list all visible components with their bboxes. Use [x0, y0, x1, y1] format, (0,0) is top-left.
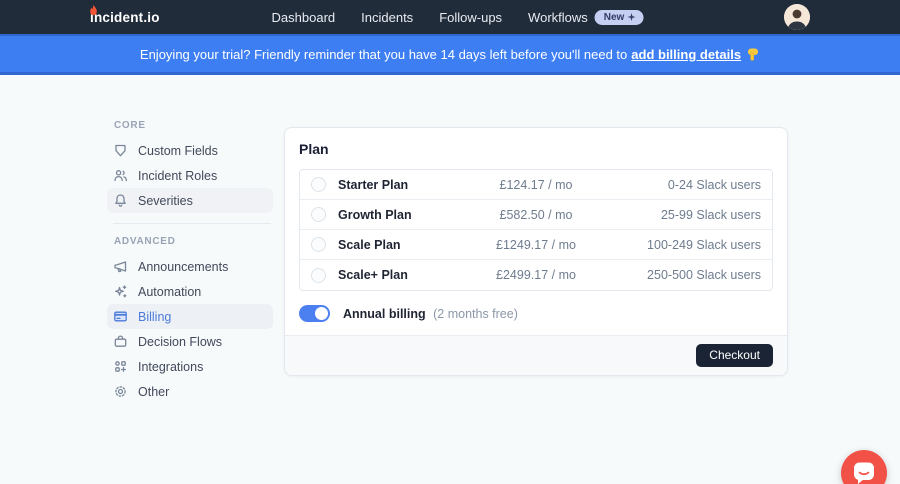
plan-user-range: 25-99 Slack users [660, 207, 761, 222]
plan-user-range: 250-500 Slack users [647, 268, 761, 282]
plan-name: Scale Plan [338, 237, 401, 252]
radio-button[interactable] [311, 207, 326, 222]
gear-icon [113, 384, 128, 399]
grid-plus-icon [113, 359, 128, 374]
plan-list: Starter Plan £124.17 / mo 0-24 Slack use… [299, 169, 773, 291]
nav-menu: Dashboard Incidents Follow-ups Workflows… [272, 0, 644, 34]
sidebar-item-label: Integrations [138, 359, 204, 374]
sidebar-item-label: Billing [138, 309, 172, 324]
new-badge: New [594, 9, 644, 25]
page-title: Plan [299, 141, 329, 157]
sidebar-item-incident-roles[interactable]: Incident Roles [107, 163, 273, 188]
sparkle-icon [627, 13, 636, 21]
chat-launcher-button[interactable] [841, 450, 887, 484]
nav-item-follow-ups[interactable]: Follow-ups [439, 10, 502, 25]
card-footer: Checkout [285, 335, 787, 375]
trial-banner-text: Enjoying your trial? Friendly reminder t… [139, 46, 628, 62]
avatar-photo [784, 4, 810, 30]
sidebar-item-decision-flows[interactable]: Decision Flows [107, 329, 273, 354]
annual-billing-note: (2 months free) [429, 306, 518, 321]
sidebar-item-label: Custom Fields [138, 143, 218, 158]
plan-price: £124.17 / mo [499, 177, 573, 192]
sidebar-item-label: Incident Roles [138, 168, 218, 183]
radio-button[interactable] [311, 177, 326, 192]
annual-billing-row: Annual billing (2 months free) [299, 305, 773, 322]
nav-item-incidents[interactable]: Incidents [361, 10, 413, 25]
plan-row-scale-plus[interactable]: Scale+ Plan £2499.17 / mo 250-500 Slack … [300, 260, 772, 290]
logo-text: incident.io [90, 9, 160, 25]
megaphone-icon [113, 259, 128, 274]
sidebar-item-other[interactable]: Other [107, 379, 273, 404]
tag-icon [113, 143, 128, 158]
section-label-advanced: Advanced [114, 236, 176, 247]
sidebar-item-severities[interactable]: Severities [107, 188, 273, 213]
nav-item-workflows[interactable]: Workflows New [528, 9, 644, 25]
sidebar-item-label: Automation [138, 284, 202, 299]
radio-button[interactable] [311, 237, 326, 252]
sidebar-item-billing[interactable]: Billing [107, 304, 273, 329]
sidebar-item-label: Other [138, 384, 170, 399]
chat-bubble-icon [854, 462, 874, 484]
briefcase-icon [113, 334, 128, 349]
sidebar-item-integrations[interactable]: Integrations [107, 354, 273, 379]
sidebar-item-automation[interactable]: Automation [107, 279, 273, 304]
plan-row-starter[interactable]: Starter Plan £124.17 / mo 0-24 Slack use… [300, 170, 772, 200]
annual-billing-toggle[interactable] [299, 305, 330, 322]
credit-card-icon [113, 309, 128, 324]
bell-icon [113, 193, 128, 208]
trial-banner: Enjoying your trial? Friendly reminder t… [0, 34, 900, 75]
add-billing-details-link[interactable]: add billing details [631, 47, 741, 62]
plan-price: £1249.17 / mo [496, 237, 576, 252]
user-avatar[interactable] [784, 4, 810, 30]
plan-price: £2499.17 / mo [496, 268, 576, 282]
plan-name: Starter Plan [338, 177, 409, 192]
plan-row-scale[interactable]: Scale Plan £1249.17 / mo 100-249 Slack u… [300, 230, 772, 260]
pointing-down-emoji [746, 47, 760, 61]
sidebar-item-announcements[interactable]: Announcements [107, 254, 273, 279]
plan-price: £582.50 / mo [499, 207, 573, 222]
section-label-core: Core [114, 120, 146, 131]
radio-button[interactable] [311, 267, 326, 283]
plan-name: Growth Plan [338, 207, 412, 222]
checkout-button[interactable]: Checkout [696, 344, 773, 367]
sidebar-item-label: Severities [138, 193, 193, 208]
settings-sidebar: Core Custom Fields Incident Roles Severi… [107, 120, 273, 404]
top-navbar: incident.io Dashboard Incidents Follow-u… [0, 0, 900, 34]
plan-user-range: 100-249 Slack users [647, 237, 761, 252]
nav-item-dashboard[interactable]: Dashboard [272, 10, 336, 25]
users-icon [113, 168, 128, 183]
plan-row-growth[interactable]: Growth Plan £582.50 / mo 25-99 Slack use… [300, 200, 772, 230]
incident-io-logo[interactable]: incident.io [90, 4, 160, 25]
toggle-knob [315, 307, 328, 320]
plan-card: Plan Starter Plan £124.17 / mo 0-24 Slac… [284, 127, 788, 376]
sidebar-item-custom-fields[interactable]: Custom Fields [107, 138, 273, 163]
sidebar-item-label: Announcements [138, 259, 229, 274]
sidebar-divider [113, 223, 271, 224]
flame-icon [89, 3, 98, 21]
plan-user-range: 0-24 Slack users [667, 177, 761, 192]
plan-name: Scale+ Plan [338, 268, 408, 282]
sidebar-item-label: Decision Flows [138, 334, 223, 349]
sparkles-icon [113, 284, 128, 299]
annual-billing-label: Annual billing (2 months free) [343, 306, 518, 321]
